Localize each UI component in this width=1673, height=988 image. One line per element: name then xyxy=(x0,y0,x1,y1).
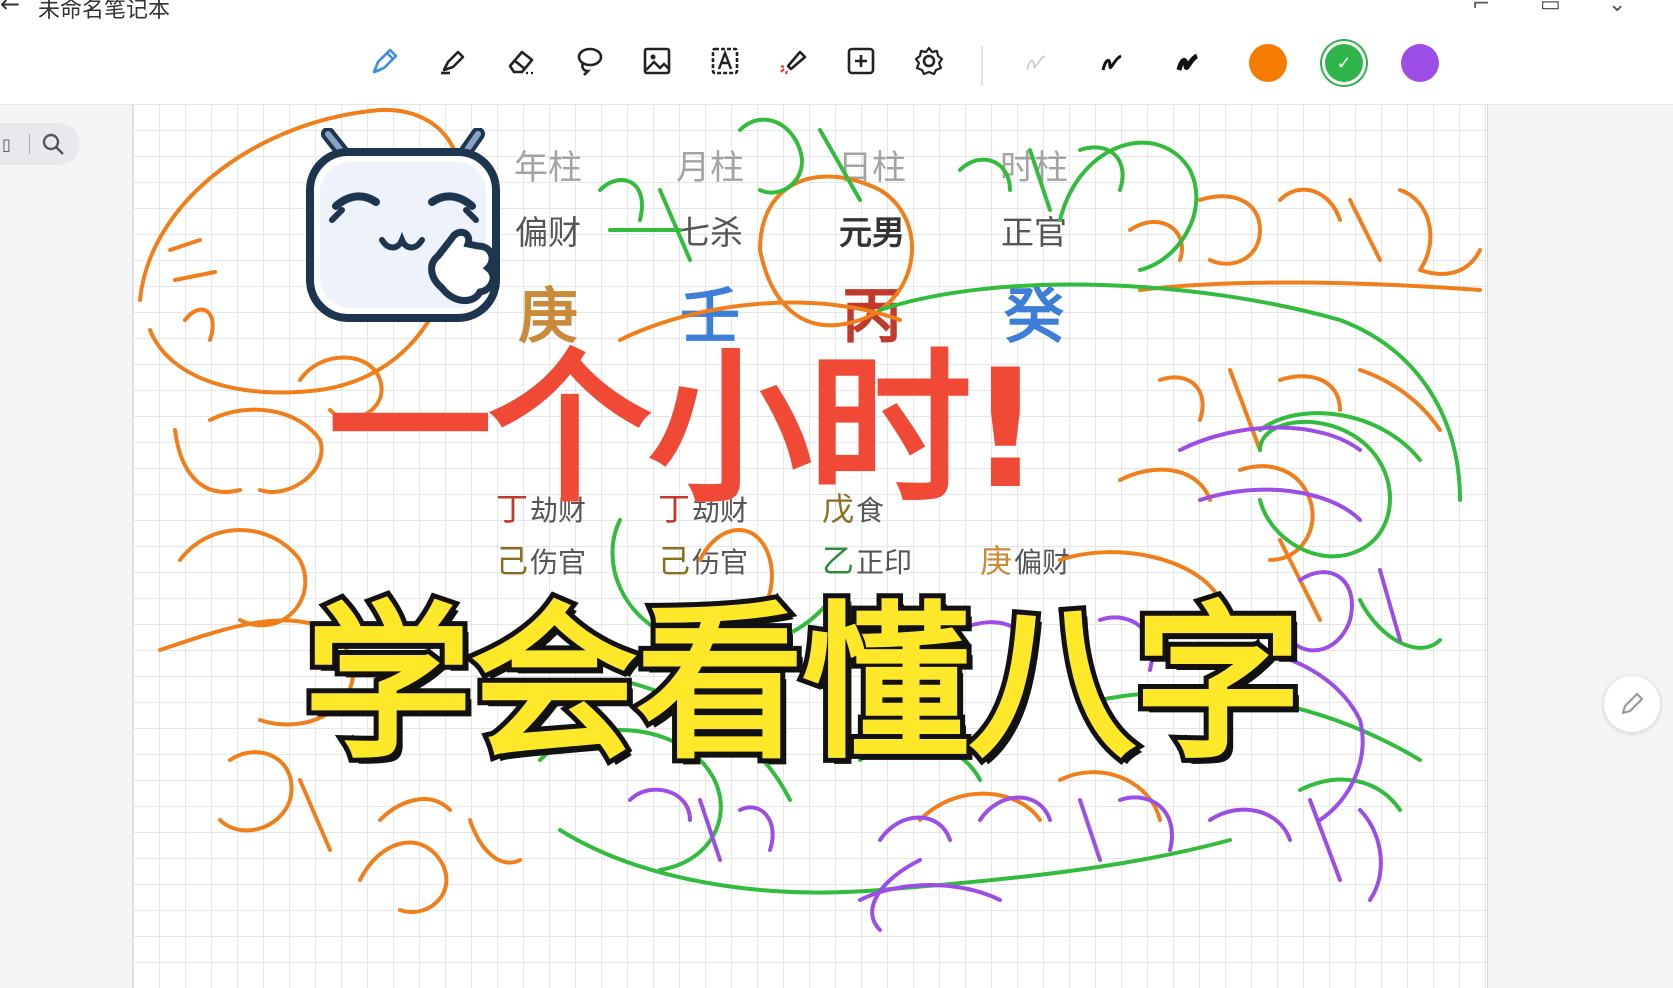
medium-stroke-icon xyxy=(1101,54,1122,71)
back-arrow-icon[interactable]: ← xyxy=(0,0,20,18)
hidden-stem-god: 伤官 xyxy=(530,546,587,579)
drawing-toolbar: ✓ xyxy=(0,22,1673,105)
laser-tool[interactable] xyxy=(770,38,816,84)
gear-icon xyxy=(914,46,944,76)
chip-separator xyxy=(28,134,30,154)
ten-god-day: 元男 xyxy=(839,213,905,252)
color-swatch-orange[interactable] xyxy=(1249,44,1287,82)
color-swatch-purple[interactable] xyxy=(1401,44,1439,82)
hidden-stem-month-2: 己伤官 xyxy=(658,536,748,582)
hidden-stem-god: 伤官 xyxy=(692,546,749,579)
notebook-title[interactable]: 未命名笔记本 xyxy=(38,0,170,24)
pillar-header-year: 年柱 xyxy=(514,148,582,188)
hidden-stem-day-2: 乙正印 xyxy=(822,536,912,582)
add-box-icon xyxy=(847,47,875,75)
pillar-header-hour: 时柱 xyxy=(1000,148,1068,188)
pen-style-thick[interactable] xyxy=(1169,44,1207,82)
pencil-icon xyxy=(1621,692,1644,715)
image-icon xyxy=(643,47,671,75)
text-tool[interactable] xyxy=(702,38,748,84)
hidden-stem-god: 正印 xyxy=(856,546,913,579)
tv-mascot-sticker xyxy=(306,128,500,322)
hidden-stem-hour-1: 庚偏财 xyxy=(980,536,1070,582)
panel-icon[interactable]: ▯ xyxy=(2,135,11,154)
ten-god-month: 七杀 xyxy=(677,213,743,252)
toolbar-divider xyxy=(981,46,983,86)
insert-tool[interactable] xyxy=(838,38,884,84)
image-tool[interactable] xyxy=(634,38,680,84)
pen-icon xyxy=(372,48,398,74)
hidden-stem-god: 偏财 xyxy=(1014,546,1071,579)
lasso-icon xyxy=(577,47,603,76)
text-box-icon xyxy=(711,47,739,75)
search-icon[interactable] xyxy=(40,131,66,157)
thick-stroke-icon xyxy=(1176,53,1199,71)
left-search-chip[interactable]: ▯ xyxy=(0,123,80,165)
edit-button[interactable] xyxy=(1604,676,1660,732)
settings-tool[interactable] xyxy=(906,38,952,84)
laser-pointer-icon xyxy=(780,50,807,75)
check-icon: ✓ xyxy=(1336,52,1352,74)
minimize-icon[interactable]: ⌐ xyxy=(1472,0,1490,17)
title-bar: ← 未命名笔记本 ⌐ ▭ ⌄ xyxy=(0,0,1673,24)
pillar-header-month: 月柱 xyxy=(676,148,744,188)
color-swatch-green[interactable]: ✓ xyxy=(1325,44,1363,82)
eraser-icon xyxy=(508,50,534,75)
ten-god-year: 偏财 xyxy=(515,213,581,252)
window-restore-icon[interactable]: ▭ xyxy=(1540,0,1561,17)
highlighter-tool[interactable] xyxy=(430,38,476,84)
headline-bottom: 学会看懂八字 xyxy=(299,586,1307,782)
pen-style-medium[interactable] xyxy=(1093,44,1131,82)
pen-tool[interactable] xyxy=(362,38,408,84)
hidden-stem-char: 乙 xyxy=(822,542,855,580)
ten-god-hour: 正官 xyxy=(1001,213,1067,252)
chevron-down-icon[interactable]: ⌄ xyxy=(1608,0,1626,17)
highlighter-icon xyxy=(441,50,465,75)
hidden-stem-year-2: 己伤官 xyxy=(496,536,586,582)
pen-style-fine[interactable] xyxy=(1017,44,1055,82)
fine-stroke-icon xyxy=(1026,55,1046,71)
hidden-stem-char: 己 xyxy=(496,542,529,580)
pillar-header-day: 日柱 xyxy=(838,148,906,188)
eraser-tool[interactable] xyxy=(498,38,544,84)
hidden-stem-char: 己 xyxy=(658,542,691,580)
hidden-stem-char: 庚 xyxy=(980,542,1013,580)
lasso-tool[interactable] xyxy=(566,38,612,84)
headline-top: 一个小时! xyxy=(328,334,1043,525)
